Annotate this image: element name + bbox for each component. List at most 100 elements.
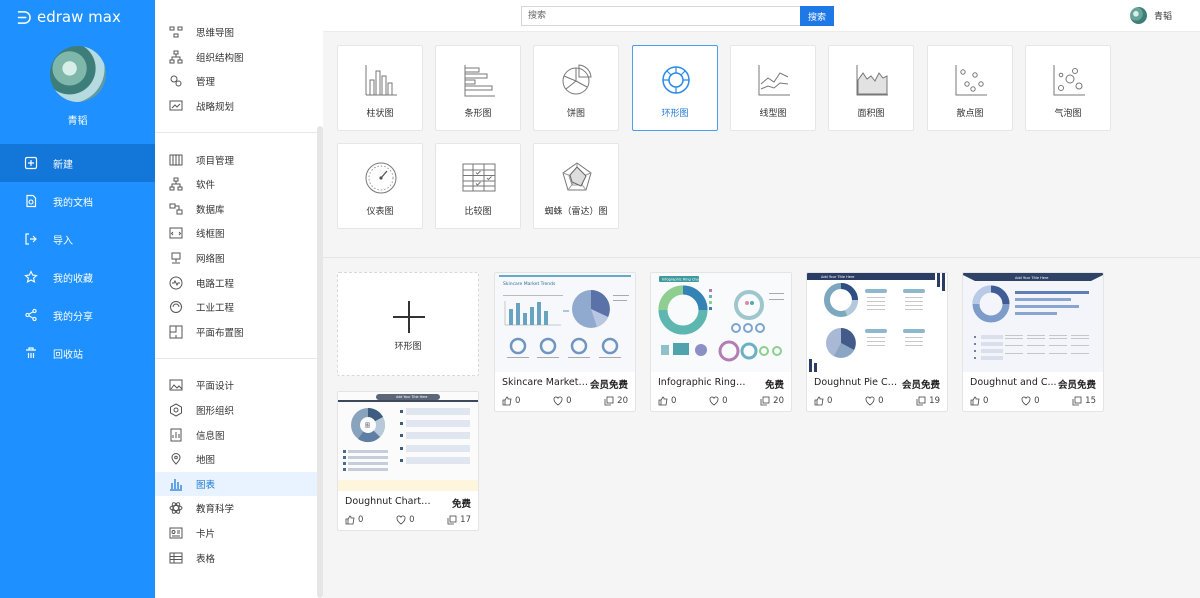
favorites[interactable]: 0 (553, 396, 572, 406)
strategy-icon (169, 100, 183, 111)
favorites[interactable]: 0 (396, 515, 415, 525)
category-label: 图形组织 (196, 406, 235, 418)
category-industrial[interactable]: 工业工程 (155, 295, 323, 320)
favorites[interactable]: 0 (709, 396, 728, 406)
copy-icon (604, 396, 614, 406)
chart-type-gauge[interactable]: 仪表图 (337, 143, 423, 229)
trash-icon (26, 347, 36, 358)
category-map[interactable]: 地图 (155, 447, 323, 472)
category-card[interactable]: 卡片 (155, 521, 323, 546)
app-logo[interactable]: edraw max (16, 8, 121, 26)
likes[interactable]: 0 (658, 396, 676, 406)
category-mindmap[interactable]: 思维导图 (155, 26, 323, 45)
copies[interactable]: 17 (447, 515, 471, 525)
copies[interactable]: 19 (916, 396, 940, 406)
mindmap-icon (169, 26, 183, 38)
template-card[interactable]: Add Your Title Here Doughnut Pie Ch... 会… (806, 272, 948, 412)
category-label: 信息图 (196, 430, 225, 442)
category-software[interactable]: 软件 (155, 172, 323, 197)
category-org-chart[interactable]: 组织结构图 (155, 45, 323, 70)
thumb-heading: Add Your Title Here (821, 275, 854, 279)
template-title: Infographic Ring Cha... (658, 377, 746, 388)
chart-type-pie[interactable]: 饼图 (533, 45, 619, 131)
nav-item-shared[interactable]: 我的分享 (0, 296, 155, 334)
nav-item-favorites[interactable]: 我的收藏 (0, 258, 155, 296)
category-table[interactable]: 表格 (155, 545, 323, 570)
chart-type-label: 饼图 (566, 109, 585, 119)
nav-item-import[interactable]: 导入 (0, 220, 155, 258)
category-label: 线框图 (196, 229, 225, 241)
favorites[interactable]: 0 (1021, 396, 1040, 406)
copies[interactable]: 20 (760, 396, 784, 406)
category-wireframe[interactable]: 线框图 (155, 221, 323, 246)
thumbs-up-icon (814, 396, 824, 406)
line-chart-icon (758, 65, 790, 96)
nav-item-label: 我的文档 (53, 197, 93, 209)
chart-type-area[interactable]: 面积图 (828, 45, 914, 131)
category-management[interactable]: 管理 (155, 69, 323, 94)
likes[interactable]: 0 (502, 396, 520, 406)
category-floorplan[interactable]: 平面布置图 (155, 320, 323, 345)
category-label: 工业工程 (196, 303, 235, 315)
category-infographic[interactable]: 信息图 (155, 422, 323, 447)
category-science[interactable]: 教育科学 (155, 496, 323, 521)
template-card[interactable]: Add Your Title Here 图 Doughnut Chart and… (337, 391, 479, 531)
heart-icon (553, 396, 563, 406)
category-project[interactable]: 项目管理 (155, 147, 323, 172)
category-circuit[interactable]: 电路工程 (155, 270, 323, 295)
template-gallery: 环形图 Skincare Market Trends Skincare Mark… (323, 258, 1200, 598)
likes[interactable]: 0 (345, 515, 363, 525)
favorites-count: 0 (409, 515, 415, 525)
chart-icon (170, 478, 182, 491)
category-label: 平面布置图 (196, 327, 244, 339)
chart-type-bar[interactable]: 条形图 (435, 45, 521, 131)
category-database[interactable]: 数据库 (155, 197, 323, 222)
map-icon (171, 453, 181, 465)
copies[interactable]: 20 (604, 396, 628, 406)
thumbs-up-icon (658, 396, 668, 406)
user-menu[interactable]: 青韬 (1129, 7, 1172, 24)
chart-type-radar[interactable]: 蜘蛛（雷达）图 (533, 143, 619, 229)
copies[interactable]: 15 (1072, 396, 1096, 406)
category-label: 组织结构图 (196, 52, 244, 64)
template-stats: 0 0 20 (658, 396, 784, 406)
avatar[interactable] (50, 46, 106, 102)
category-label: 软件 (196, 180, 216, 192)
category-graphic-design[interactable]: 平面设计 (155, 373, 323, 398)
nav-item-trash[interactable]: 回收站 (0, 334, 155, 372)
column-chart-icon (365, 65, 397, 96)
chart-type-comparison[interactable]: 比较图 (435, 143, 521, 229)
copy-icon (1072, 396, 1082, 406)
chart-type-scatter[interactable]: 散点图 (927, 45, 1013, 131)
template-thumbnail: Add Your Title Here (807, 273, 947, 372)
chart-type-line[interactable]: 线型图 (730, 45, 816, 131)
nav-item-documents[interactable]: 我的文档 (0, 182, 155, 220)
likes[interactable]: 0 (970, 396, 988, 406)
category-strategy[interactable]: 战略规划 (155, 94, 323, 119)
category-graphic-organizer[interactable]: 图形组织 (155, 398, 323, 423)
favorites[interactable]: 0 (865, 396, 884, 406)
chart-type-doughnut[interactable]: 环形图 (632, 45, 718, 131)
chart-type-label: 蜘蛛（雷达）图 (544, 207, 608, 217)
chart-type-label: 环形图 (661, 109, 689, 119)
search-input[interactable] (521, 6, 801, 26)
likes[interactable]: 0 (814, 396, 832, 406)
favorites-count: 0 (1034, 396, 1040, 406)
chart-type-bubble[interactable]: 气泡图 (1025, 45, 1111, 131)
template-thumbnail: Add Your Title Here (963, 273, 1103, 372)
chart-type-column[interactable]: 柱状图 (337, 45, 423, 131)
nav-item-new[interactable]: 新建 (0, 144, 155, 182)
likes-count: 0 (983, 396, 989, 406)
template-badge: 免费 (764, 380, 784, 391)
new-blank-diagram-card[interactable]: 环形图 (337, 272, 479, 376)
template-card[interactable]: Add Your Title Here Doughnut and C... 会员… (962, 272, 1104, 412)
wireframe-icon (169, 227, 183, 239)
search-button[interactable]: 搜索 (800, 6, 834, 26)
category-network[interactable]: 网络图 (155, 246, 323, 271)
template-card[interactable]: Infographic Ring Chart Infographic Ring … (650, 272, 792, 412)
chart-type-label: 比较图 (464, 207, 492, 217)
category-chart[interactable]: 图表 (155, 471, 323, 497)
logo-text: edraw max (37, 8, 121, 26)
template-preview-image: Add Your Title Here 图 (338, 392, 478, 491)
template-card[interactable]: Skincare Market Trends Skincare Market .… (494, 272, 636, 412)
